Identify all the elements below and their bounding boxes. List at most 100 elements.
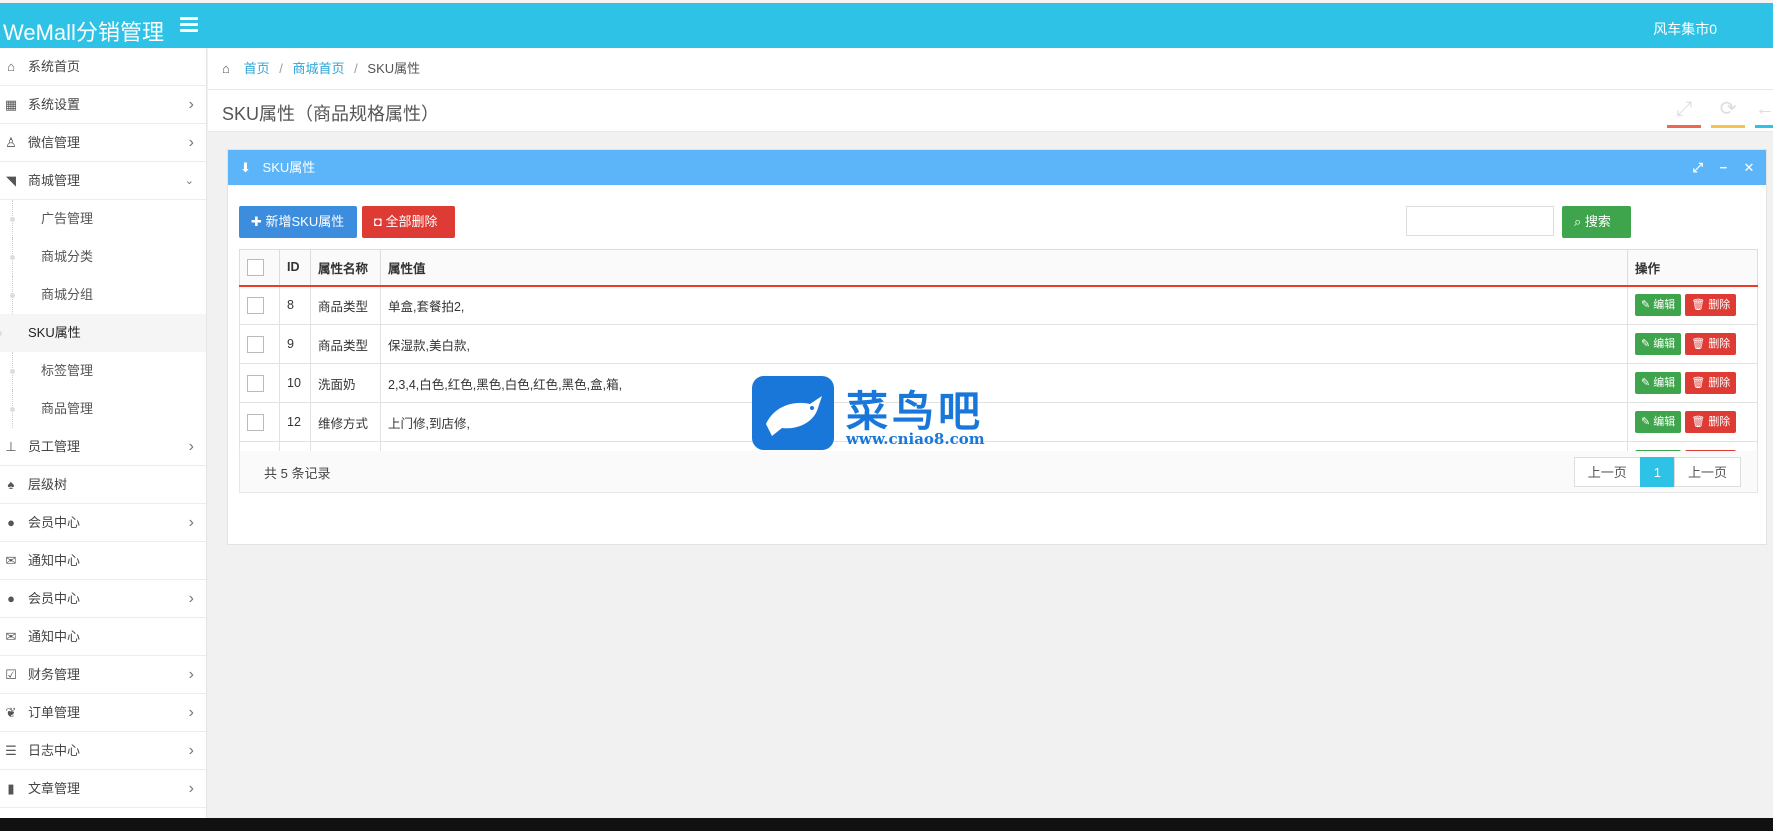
sidebar-item-orders[interactable]: ❦ 订单管理 ›: [0, 694, 206, 732]
sidebar-item-mall[interactable]: ◥ 商城管理 ⌄: [0, 162, 206, 200]
leaf-icon: ❦: [5, 705, 17, 720]
home-icon: ⌂: [222, 61, 230, 76]
close-icon[interactable]: ✕: [1738, 150, 1760, 185]
sidebar-item-articles[interactable]: ▮ 文章管理 ›: [0, 770, 206, 808]
sidebar-item-home[interactable]: ⌂ 系统首页: [0, 48, 206, 86]
grid-icon: ▦: [4, 97, 18, 112]
chevron-right-icon: ›: [188, 134, 194, 151]
arrow-down-icon: ⬇: [240, 160, 251, 175]
page-1-button[interactable]: 1: [1639, 457, 1675, 487]
row-checkbox[interactable]: [247, 374, 264, 392]
sidebar-sub-sku[interactable]: SKU属性: [0, 314, 206, 352]
user-icon: ●: [7, 591, 15, 606]
add-sku-button[interactable]: ✚ 新增SKU属性: [239, 206, 357, 238]
sidebar-item-members-2[interactable]: ● 会员中心 ›: [0, 580, 206, 618]
refresh-icon[interactable]: ⟳: [1711, 96, 1746, 128]
chevron-right-icon: ›: [188, 666, 194, 683]
brand-title: WeMall分销管理: [3, 20, 164, 45]
sku-panel: ⬇ SKU属性 ⤢ − ✕ ✚ 新增SKU属性 ◘ 全部删除 ⌕ 搜索 ID 属…: [227, 149, 1767, 545]
sidebar-sub-ads[interactable]: 广告管理: [10, 200, 206, 238]
user-name[interactable]: 风车集市0: [1653, 19, 1717, 39]
sidebar-item-logs[interactable]: ☰ 日志中心 ›: [0, 732, 206, 770]
bird-logo-icon: [752, 376, 834, 450]
row-name: 商品类型: [310, 285, 381, 325]
penguin-icon: ♙: [5, 135, 17, 150]
table-row: 8 商品类型 单盒,套餐拍2, ✎ 编辑 🗑 删除: [239, 285, 1758, 325]
minimize-icon[interactable]: −: [1712, 150, 1734, 185]
sidebar-sub-products[interactable]: 商品管理: [10, 390, 206, 428]
sidebar-item-tree[interactable]: ♠ 层级树: [0, 466, 206, 504]
edit-button[interactable]: ✎ 编辑: [1635, 372, 1682, 394]
sidebar-sub-tags[interactable]: 标签管理: [10, 352, 206, 390]
row-name: 维修方式: [310, 402, 381, 442]
back-icon[interactable]: ←: [1755, 96, 1773, 128]
column-header-ops: 操作: [1627, 249, 1758, 287]
sidebar-item-notices[interactable]: ✉ 通知中心: [0, 542, 206, 580]
row-id: 10: [279, 363, 311, 403]
search-button[interactable]: ⌕ 搜索: [1562, 206, 1631, 238]
search-input[interactable]: [1406, 206, 1554, 236]
delete-button[interactable]: 🗑 删除: [1685, 294, 1737, 317]
sidebar-sub-groups[interactable]: 商城分组: [10, 276, 206, 314]
toolbar: ✚ 新增SKU属性 ◘ 全部删除 ⌕ 搜索: [228, 185, 1766, 243]
chevron-right-icon: ›: [188, 742, 194, 759]
row-id: 9: [279, 324, 311, 364]
menu-toggle-icon[interactable]: [180, 17, 198, 33]
delete-all-button[interactable]: ◘ 全部删除: [362, 206, 455, 238]
sidebar-item-system-settings[interactable]: ▦ 系统设置 ›: [0, 86, 206, 124]
chevron-down-icon: ⌄: [184, 175, 194, 187]
sidebar: ⌂ 系统首页 ▦ 系统设置 › ♙ 微信管理 › ◥ 商城管理 ⌄ 广告管理 商城分类 商城分…: [0, 48, 207, 818]
row-value: 保湿款,美白款,: [380, 324, 1628, 364]
next-page-button[interactable]: 上一页: [1673, 457, 1741, 487]
sidebar-item-finance[interactable]: ☑ 财务管理 ›: [0, 656, 206, 694]
page-tools: ⤢ ⟳ ←: [1661, 96, 1773, 128]
column-header-name: 属性名称: [310, 249, 381, 287]
row-checkbox[interactable]: [247, 413, 264, 431]
sidebar-item-wechat[interactable]: ♙ 微信管理 ›: [0, 124, 206, 162]
book-icon: ▮: [7, 781, 15, 796]
panel-title: SKU属性: [262, 160, 316, 175]
sidebar-sub-categories[interactable]: 商城分类: [10, 238, 206, 276]
edit-button[interactable]: ✎ 编辑: [1635, 294, 1682, 317]
expand-icon[interactable]: ⤢: [1687, 150, 1709, 185]
breadcrumb-current: SKU属性: [367, 61, 421, 76]
breadcrumb: ⌂ 首页 / 商城首页 / SKU属性: [208, 48, 1773, 90]
pagination: 上一页 1 上一页: [1573, 457, 1741, 487]
chevron-right-icon: ›: [188, 590, 194, 607]
user-icon: ●: [7, 515, 15, 530]
select-all-checkbox[interactable]: [247, 258, 264, 276]
row-checkbox[interactable]: [247, 335, 264, 353]
sidebar-item-members[interactable]: ● 会员中心 ›: [0, 504, 206, 542]
breadcrumb-home[interactable]: 首页: [244, 61, 270, 76]
envelope-icon: ✉: [5, 629, 17, 644]
column-header-id: ID: [279, 249, 311, 287]
watermark-logo: 菜鸟吧 www.cniao8.com: [752, 376, 1022, 454]
chevron-right-icon: ›: [188, 514, 194, 531]
row-name: 商品类型: [310, 324, 381, 364]
sitemap-icon: ⊥: [5, 439, 17, 454]
sidebar-item-notices-2[interactable]: ✉ 通知中心: [0, 618, 206, 656]
list-icon: ☰: [5, 743, 17, 758]
tree-icon: ♠: [7, 477, 15, 492]
delete-button[interactable]: 🗑 删除: [1685, 333, 1737, 355]
table-footer: 共 5 条记录 上一页 1 上一页: [239, 451, 1758, 493]
watermark-url: www.cniao8.com: [846, 430, 985, 448]
sidebar-item-staff[interactable]: ⊥ 员工管理 ›: [0, 428, 206, 466]
taskbar: [0, 818, 1773, 831]
page-title: SKU属性（商品规格属性）: [222, 104, 440, 124]
fullscreen-icon[interactable]: ⤢: [1667, 96, 1702, 128]
table-row: 9 商品类型 保湿款,美白款, ✎ 编辑 🗑 删除: [239, 324, 1758, 364]
cart-icon: ◥: [6, 173, 16, 188]
row-checkbox[interactable]: [247, 296, 264, 314]
prev-page-button[interactable]: 上一页: [1573, 457, 1641, 487]
search-icon: ⌕: [1574, 214, 1585, 229]
edit-button[interactable]: ✎ 编辑: [1635, 411, 1682, 433]
edit-button[interactable]: ✎ 编辑: [1635, 333, 1682, 355]
plus-icon: ✚: [251, 214, 266, 229]
chevron-right-icon: ›: [188, 96, 194, 113]
delete-button[interactable]: 🗑 删除: [1685, 411, 1737, 433]
chevron-right-icon: ›: [188, 780, 194, 797]
delete-button[interactable]: 🗑 删除: [1685, 372, 1737, 394]
breadcrumb-parent[interactable]: 商城首页: [293, 61, 345, 76]
chevron-right-icon: ›: [188, 704, 194, 721]
